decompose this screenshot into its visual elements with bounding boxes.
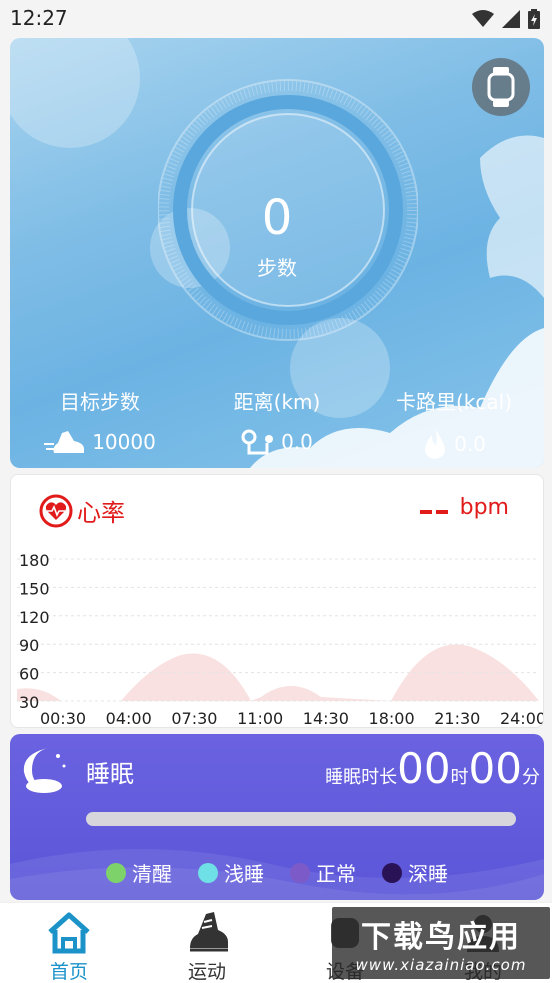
legend-normal: 正常 — [290, 858, 356, 887]
legend-dot — [106, 862, 126, 883]
sleep-minutes-unit: 分 — [522, 767, 540, 788]
status-bar: 12:27 — [0, 0, 552, 36]
nav-sport-label: 运动 — [187, 961, 226, 983]
goal-label: 目标步数 — [60, 390, 140, 414]
x-tick-label: 24:00 — [500, 709, 544, 728]
shoe-nav-icon — [190, 912, 228, 952]
heart-icon — [39, 494, 73, 527]
distance-value: 0.0 — [281, 430, 313, 454]
sleep-progress-bar — [86, 812, 516, 826]
x-tick-label: 07:30 — [171, 709, 217, 728]
step-count: 0 — [261, 190, 293, 246]
y-tick-label: 60 — [19, 665, 39, 684]
x-tick-label: 14:30 — [303, 709, 349, 728]
heart-rate-label: 心率 — [77, 499, 125, 527]
watermark-url: www.xiazainiao.com — [355, 956, 527, 974]
sleep-hours: 00 — [397, 744, 451, 793]
heart-rate-title: 心率 — [39, 493, 125, 528]
watermark: 下载鸟应用 www.xiazainiao.com — [332, 907, 550, 979]
legend-dot — [290, 862, 310, 883]
distance-stat: 距离(km) 0.0 — [187, 386, 367, 455]
watch-icon — [487, 67, 515, 107]
heart-rate-unit: bpm — [459, 495, 509, 520]
legend-label: 浅睡 — [224, 862, 264, 886]
battery-icon — [528, 9, 540, 29]
moon-icon — [23, 748, 66, 793]
y-tick-label: 30 — [19, 693, 39, 712]
sleep-hours-unit: 时 — [450, 767, 469, 788]
distance-label: 距离(km) — [233, 390, 321, 414]
watermark-title: 下载鸟应用 — [361, 920, 521, 955]
bottom-nav: 首页 运动 设备 我的 下载鸟应用 www.xiazainiao.com — [0, 902, 552, 983]
sleep-minutes: 00 — [468, 744, 522, 793]
sleep-legend: 清醒 浅睡 正常 深睡 — [10, 858, 544, 887]
y-tick-label: 150 — [19, 579, 50, 598]
legend-dot — [382, 862, 402, 883]
nav-sport[interactable]: 运动 — [152, 909, 262, 983]
sleep-card[interactable]: 睡眠 睡眠时长 00 时 00 分 清醒 浅睡 正常 深睡 — [10, 734, 544, 900]
step-stats: 目标步数 10000 距离(km) 0.0 卡路里(kcal) 0.0 — [10, 386, 544, 466]
sleep-duration: 睡眠时长 00 时 00 分 — [325, 744, 540, 793]
y-tick-label: 180 — [19, 551, 50, 570]
nav-home[interactable]: 首页 — [14, 909, 124, 983]
calories-stat: 卡路里(kcal) 0.0 — [364, 386, 544, 459]
steps-card: 0 步数 目标步数 10000 距离(km) 0.0 卡路里(kcal) 0.0 — [10, 38, 544, 468]
shoe-icon — [44, 431, 85, 453]
calories-value-row: 0.0 — [364, 429, 544, 459]
status-time: 12:27 — [10, 6, 68, 30]
y-tick-label: 90 — [19, 636, 39, 655]
goal-value: 10000 — [92, 430, 156, 454]
sleep-duration-label: 睡眠时长 — [325, 767, 398, 788]
legend-label: 清醒 — [132, 862, 172, 886]
x-tick-label: 21:30 — [434, 709, 480, 728]
goal-value-row: 10000 — [10, 429, 190, 455]
distance-value-row: 0.0 — [187, 429, 367, 455]
x-tick-label: 11:00 — [237, 709, 283, 728]
sleep-title: 睡眠 — [86, 760, 134, 788]
legend-deep: 深睡 — [382, 858, 448, 887]
signal-icon — [502, 10, 520, 28]
legend-dot — [198, 862, 218, 883]
watch-button[interactable] — [472, 58, 530, 116]
status-icons — [472, 9, 540, 29]
legend-label: 深睡 — [408, 862, 448, 886]
route-icon — [241, 429, 274, 455]
x-tick-label: 18:00 — [369, 709, 415, 728]
y-tick-label: 120 — [19, 608, 50, 627]
nav-home-label: 首页 — [49, 961, 88, 983]
calories-value: 0.0 — [454, 432, 486, 456]
flame-icon — [425, 429, 446, 459]
goal-stat: 目标步数 10000 — [10, 386, 190, 455]
legend-light: 浅睡 — [198, 858, 264, 887]
wifi-icon — [472, 10, 494, 27]
step-label: 步数 — [257, 256, 297, 280]
x-tick-label: 04:00 — [106, 709, 152, 728]
legend-label: 正常 — [316, 862, 356, 886]
heart-rate-card[interactable]: 180 150 120 90 60 30 00:30 04:00 07:30 11:00 14:30… — [10, 474, 544, 728]
calories-label: 卡路里(kcal) — [396, 390, 512, 414]
legend-awake: 清醒 — [106, 858, 172, 887]
heart-rate-value: bpm — [419, 495, 509, 520]
heart-rate-dashes — [419, 495, 452, 520]
home-icon — [48, 912, 90, 954]
x-tick-label: 00:30 — [40, 709, 86, 728]
